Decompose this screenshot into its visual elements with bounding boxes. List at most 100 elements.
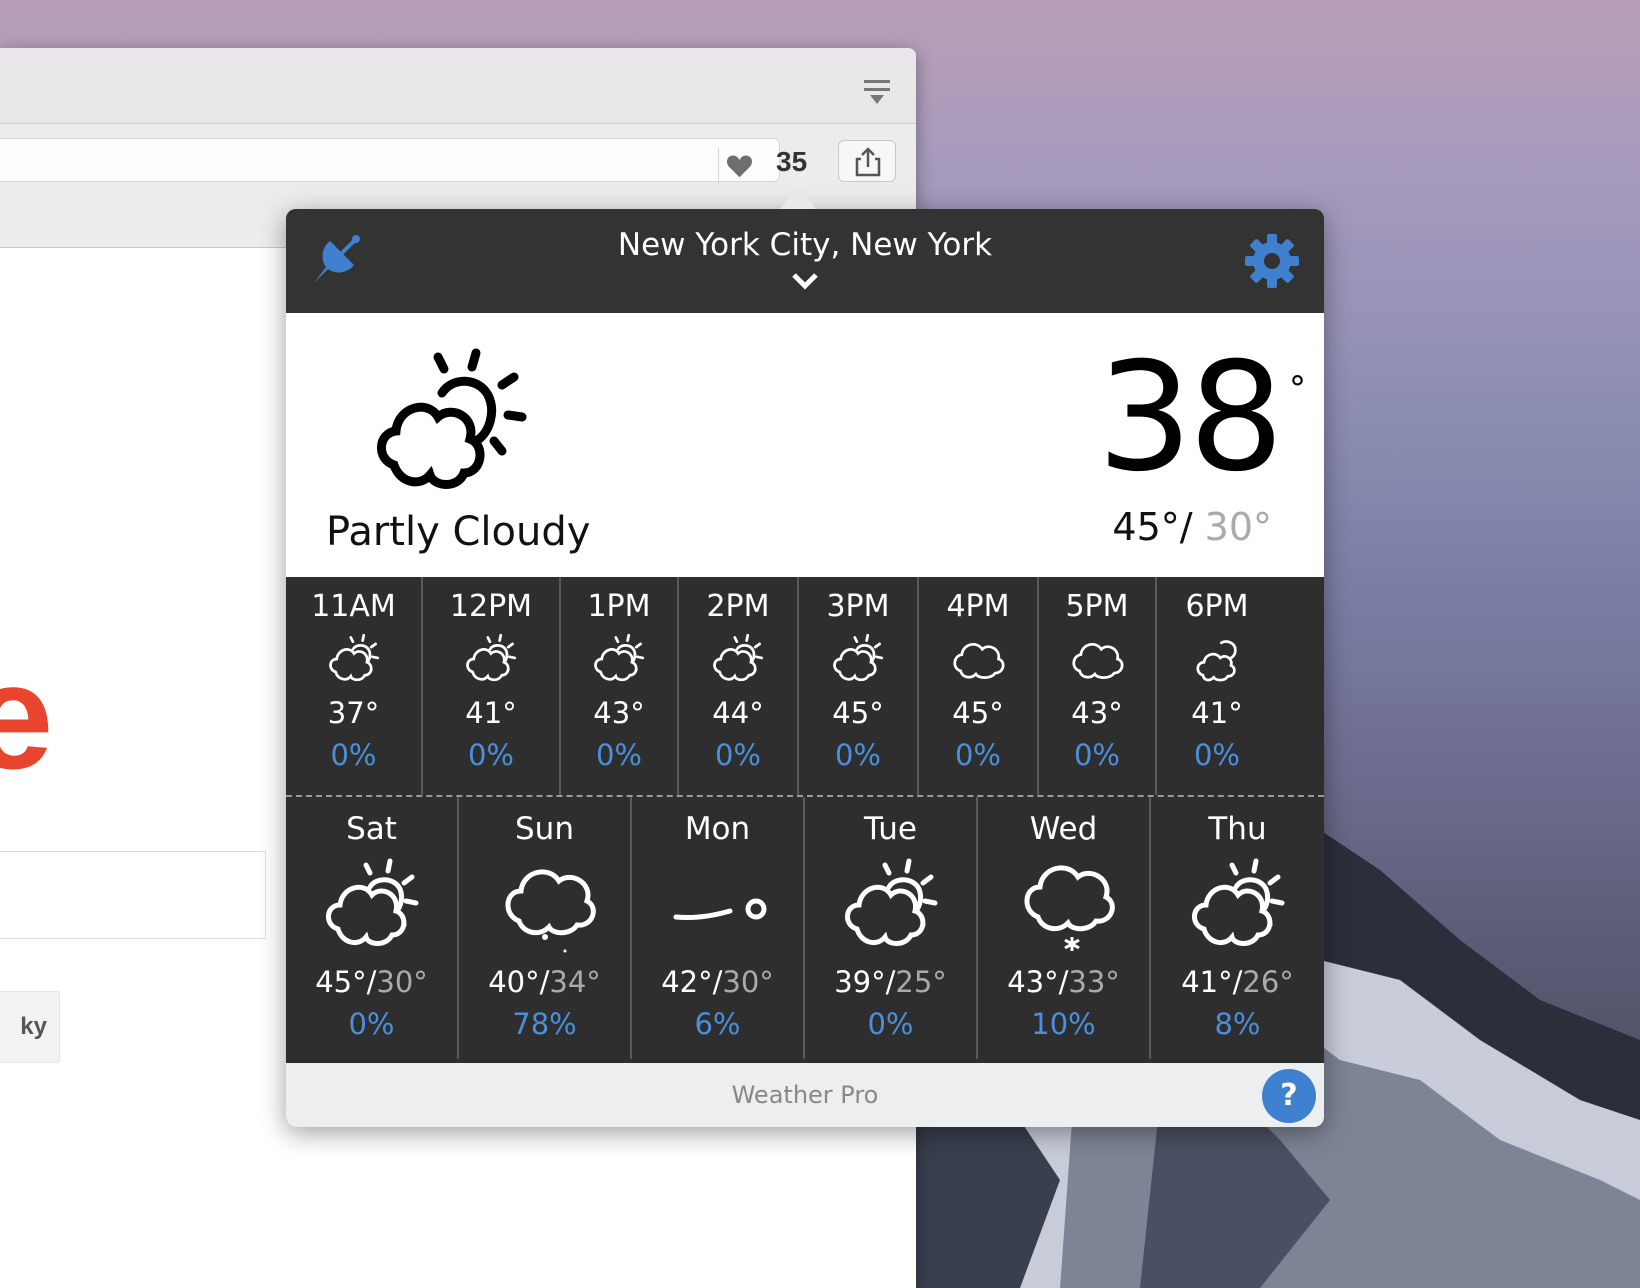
hourly-item: 6PM 41° 0% [1157,577,1277,795]
heart-icon[interactable] [718,148,754,184]
partly-cloudy-icon [1186,855,1290,955]
hourly-precip: 0% [330,738,377,772]
daily-temps: 43°/33° [978,965,1149,999]
daily-day: Sun [515,811,574,847]
drizzle-icon [493,855,597,955]
partly-cloudy-icon [323,632,385,686]
partly-cloudy-icon [588,632,650,686]
daily-item: Thu 41°/26° 8% [1151,797,1324,1059]
current-high-low: 45°/ 30° [1112,505,1272,549]
daily-day: Thu [1208,811,1267,847]
hourly-temp: 45° [952,696,1004,730]
weather-extension-temp-badge[interactable]: 35 [776,146,807,178]
hourly-time: 1PM [587,589,651,624]
daily-low: 30° [722,965,774,999]
hourly-precip: 0% [1073,738,1120,772]
partly-cloudy-icon [460,632,522,686]
daily-day: Mon [684,811,751,847]
daily-item: Wed 43°/33° 10% [978,797,1151,1059]
hourly-temp: 45° [832,696,884,730]
daily-item: Sat 45°/30° 0% [286,797,459,1059]
daily-precip: 78% [512,1007,577,1041]
daily-high: 39° [834,965,886,999]
daily-high: 45° [315,965,367,999]
daily-precip: 10% [1031,1007,1096,1041]
daily-high: 40° [488,965,540,999]
hourly-item: 5PM 43° 0% [1039,577,1157,795]
partly-cloudy-icon [707,632,769,686]
app-name-label: Weather Pro [731,1081,879,1109]
daily-item: Sun 40°/34° 78% [459,797,632,1059]
daily-precip: 0% [867,1007,914,1041]
hourly-temp: 41° [1191,696,1243,730]
daily-low: 26° [1242,965,1294,999]
chevron-down-icon[interactable] [790,269,820,293]
hourly-temp: 44° [712,696,764,730]
hourly-item: 1PM 43° 0% [561,577,679,795]
daily-temps: 42°/30° [632,965,803,999]
hourly-time: 5PM [1065,589,1129,624]
hourly-precip: 0% [954,738,1001,772]
hourly-item: 3PM 45° 0% [799,577,919,795]
hourly-time: 12PM [449,589,533,624]
weather-popover: New York City, New York Partly Cloudy 38… [286,185,1324,1127]
daily-high: 42° [661,965,713,999]
popover-footer: Weather Pro ? [286,1063,1324,1127]
windy-icon [666,855,770,955]
daily-high: 41° [1181,965,1233,999]
daily-day: Sat [346,811,397,847]
current-conditions: Partly Cloudy 38 ° 45°/ 30° [286,313,1324,577]
hourly-item: 11AM 37° 0% [286,577,423,795]
partly-cloudy-icon [377,348,527,489]
hourly-precip: 0% [714,738,761,772]
daily-day: Tue [864,811,917,847]
daily-forecast: Sat 45°/30° 0% Sun 40°/34° 78% Mon 42°/30° 6% Tue… [286,797,1324,1063]
daily-precip: 0% [348,1007,395,1041]
daily-precip: 6% [694,1007,741,1041]
hourly-temp: 43° [1071,696,1123,730]
location-title[interactable]: New York City, New York [286,227,1324,263]
cloudy-icon [1066,632,1128,686]
browser-titlebar [0,48,916,124]
hourly-precip: 0% [595,738,642,772]
current-condition-label: Partly Cloudy [326,509,591,555]
daily-precip: 8% [1214,1007,1261,1041]
daily-temp-separator: / [1058,965,1069,999]
cloudy-icon [947,632,1009,686]
daily-temp-separator: / [712,965,723,999]
high-low-separator: / [1179,505,1205,549]
hourly-item: 12PM 41° 0% [423,577,561,795]
hourly-time: 2PM [706,589,770,624]
site-logo-fragment: e [0,632,54,800]
gear-icon[interactable] [1244,233,1300,289]
current-low: 30° [1204,505,1272,549]
popover-arrow [780,185,816,209]
hourly-time: 6PM [1185,589,1249,624]
daily-item: Tue 39°/25° 0% [805,797,978,1059]
hourly-precip: 0% [467,738,514,772]
hourly-temp: 37° [327,696,380,730]
partly-cloudy-icon [839,855,943,955]
daily-temp-separator: / [539,965,550,999]
daily-item: Mon 42°/30° 6% [632,797,805,1059]
daily-high: 43° [1007,965,1059,999]
current-temperature-degree: ° [1289,369,1306,409]
tab-overview-icon[interactable] [862,78,892,106]
share-icon [855,147,881,177]
daily-low: 30° [376,965,428,999]
lucky-button[interactable]: ky [0,991,60,1063]
daily-temps: 45°/30° [286,965,457,999]
hourly-time: 11AM [311,589,396,624]
popover-header: New York City, New York [286,209,1324,313]
share-button[interactable] [838,140,896,182]
partly-cloudy-icon [827,632,889,686]
snow-icon [1012,855,1116,955]
daily-temps: 41°/26° [1151,965,1324,999]
address-bar[interactable] [0,138,780,182]
hourly-time: 4PM [946,589,1010,624]
help-button[interactable]: ? [1262,1069,1316,1123]
current-temperature: 38 [1097,331,1284,505]
daily-low: 25° [895,965,947,999]
search-input[interactable] [0,851,266,939]
daily-temp-separator: / [366,965,377,999]
